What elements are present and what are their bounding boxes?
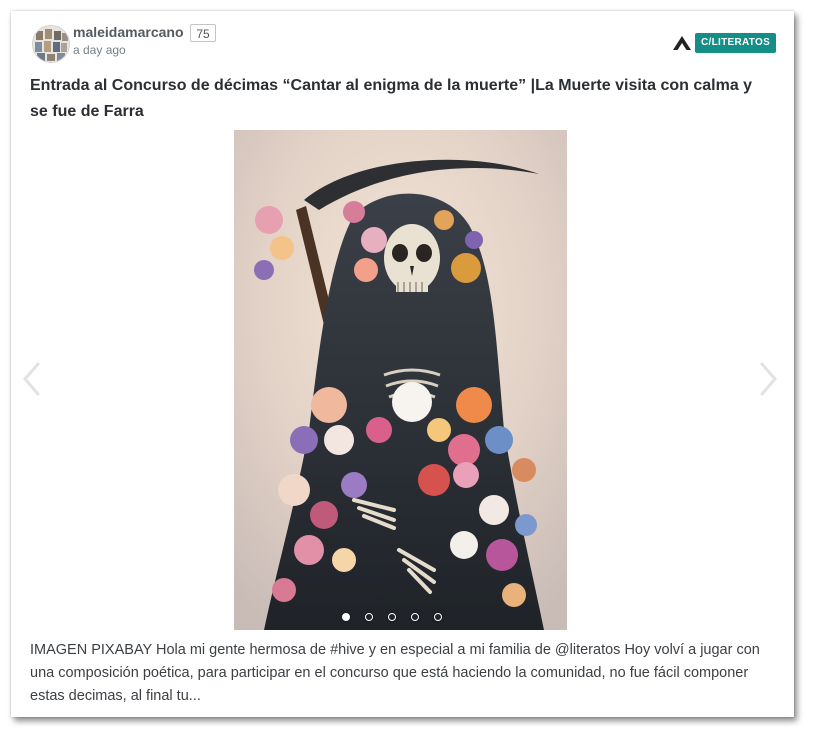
author-username[interactable]: maleidamarcano <box>73 24 184 40</box>
avatar[interactable] <box>32 25 70 63</box>
chevron-right-icon[interactable] <box>759 361 779 397</box>
post-image[interactable] <box>234 130 567 630</box>
carousel-dot[interactable] <box>342 613 350 621</box>
reputation-badge: 75 <box>190 24 216 42</box>
post-excerpt[interactable]: IMAGEN PIXABAY Hola mi gente hermosa de … <box>30 639 760 708</box>
post-card[interactable]: maleidamarcano 75 a day ago C/LITERATOS … <box>11 11 794 717</box>
post-title[interactable]: Entrada al Concurso de décimas “Cantar a… <box>30 73 770 125</box>
carousel-dots <box>342 613 442 621</box>
post-timestamp[interactable]: a day ago <box>73 43 126 57</box>
carousel-dot[interactable] <box>388 613 396 621</box>
community-logo-icon[interactable] <box>672 35 692 51</box>
carousel-dot[interactable] <box>365 613 373 621</box>
carousel-dot[interactable] <box>411 613 419 621</box>
carousel-dot[interactable] <box>434 613 442 621</box>
community-tag[interactable]: C/LITERATOS <box>695 33 777 53</box>
chevron-left-icon[interactable] <box>21 361 41 397</box>
